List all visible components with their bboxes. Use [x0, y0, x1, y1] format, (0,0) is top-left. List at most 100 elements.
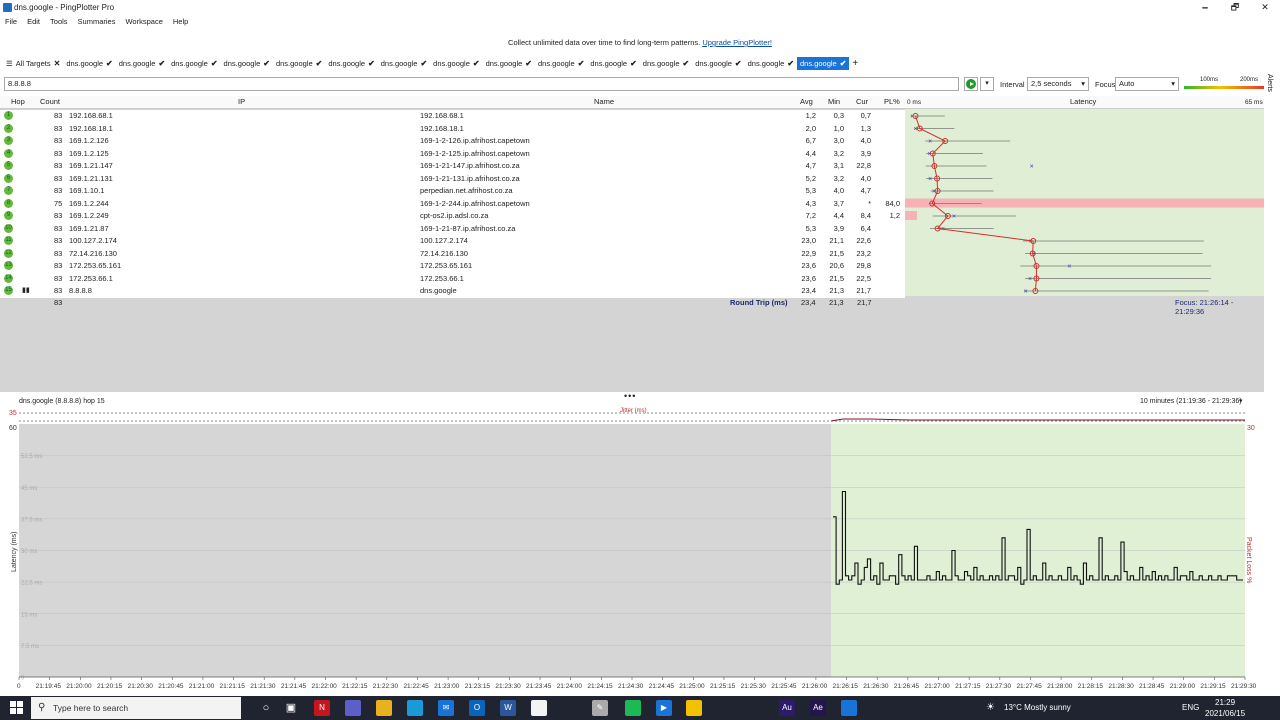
hop-name[interactable]: 172.253.65.161: [420, 261, 472, 270]
menu-tools[interactable]: Tools: [45, 17, 73, 26]
hop-name[interactable]: 169-1-2-244.ip.afrihost.capetown: [420, 199, 530, 208]
spotify-icon[interactable]: [625, 700, 641, 716]
add-tab-button[interactable]: +: [849, 57, 861, 70]
clock-time[interactable]: 21:29: [1215, 698, 1235, 707]
hop-ip[interactable]: 169.1.21.131: [69, 174, 113, 183]
menu-workspace[interactable]: Workspace: [120, 17, 167, 26]
tab-target[interactable]: dns.google ✔: [116, 57, 168, 70]
hop-row[interactable]: 10 83 169.1.21.87 169-1-21-87.ip.afrihost.c…: [0, 222, 905, 235]
tab-target[interactable]: dns.google ✔: [168, 57, 220, 70]
pingplotter-icon[interactable]: [841, 700, 857, 716]
hop-row[interactable]: 8 75 169.1.2.244 169-1-2-244.ip.afrihost.ca…: [0, 197, 905, 210]
tab-target[interactable]: dns.google ✔: [378, 57, 430, 70]
netflix-icon[interactable]: N: [314, 700, 330, 716]
hop-row[interactable]: 9 83 169.1.2.249 cpt-os2.ip.adsl.co.za 7,2 4,…: [0, 210, 905, 223]
hop-ip[interactable]: 169.1.2.249: [69, 211, 109, 220]
alerts-panel-tab[interactable]: Alerts: [1266, 74, 1273, 92]
close-button[interactable]: ✕: [1250, 0, 1280, 15]
menu-summaries[interactable]: Summaries: [73, 17, 121, 26]
hop-row[interactable]: 3 83 169.1.2.126 169-1-2-126.ip.afrihost.ca…: [0, 135, 905, 148]
tab-target[interactable]: dns.google ✔: [63, 57, 115, 70]
hop-row[interactable]: 6 83 169.1.21.131 169-1-21-131.ip.afrihost.…: [0, 172, 905, 185]
hop-ip[interactable]: 172.253.65.161: [69, 261, 121, 270]
hop-name[interactable]: perpedian.net.afrihost.co.za: [420, 186, 513, 195]
explorer-icon[interactable]: [686, 700, 702, 716]
hop-name[interactable]: 169-1-2-126.ip.afrihost.capetown: [420, 136, 530, 145]
col-hop[interactable]: Hop: [11, 97, 25, 106]
hop-ip[interactable]: 169.1.10.1: [69, 186, 104, 195]
teams-icon[interactable]: [345, 700, 361, 716]
menu-help[interactable]: Help: [168, 17, 193, 26]
tab-target[interactable]: dns.google ✔: [640, 57, 692, 70]
taskbar-search[interactable]: ⚲ Type here to search: [31, 697, 241, 719]
col-cur[interactable]: Cur: [856, 97, 868, 106]
hop-ip[interactable]: 169.1.2.125: [69, 149, 109, 158]
hop-row[interactable]: 14 83 172.253.66.1 172.253.66.1 23,6 21,5 22,5: [0, 272, 905, 285]
col-pl[interactable]: PL%: [884, 97, 900, 106]
hop-row[interactable]: 12 83 72.14.216.130 72.14.216.130 22,9 21,5 23…: [0, 247, 905, 260]
outlook-icon[interactable]: O: [469, 700, 485, 716]
hop-name[interactable]: 169-1-21-131.ip.afrihost.co.za: [420, 174, 520, 183]
tab-target[interactable]: dns.google ✔: [587, 57, 639, 70]
menu-file[interactable]: File: [0, 17, 22, 26]
hop-name[interactable]: 169-1-2-125.ip.afrihost.capetown: [420, 149, 530, 158]
hop-name[interactable]: 100.127.2.174: [420, 236, 468, 245]
hop-name[interactable]: 192.168.68.1: [420, 111, 464, 120]
graph-icon[interactable]: ▮▮: [22, 286, 30, 294]
chrome-icon[interactable]: [376, 700, 392, 716]
hop-row[interactable]: 2 83 192.168.18.1 192.168.18.1 2,0 1,0 1,3: [0, 122, 905, 135]
hop-row[interactable]: 5 83 169.1.21.147 169-1-21-147.ip.afrihost.…: [0, 160, 905, 173]
tab-target[interactable]: dns.google ✔: [535, 57, 587, 70]
col-min[interactable]: Min: [828, 97, 840, 106]
store-icon[interactable]: [531, 700, 547, 716]
language-indicator[interactable]: ENG: [1182, 703, 1199, 712]
tab-all-targets[interactable]: ☰ All Targets ✕: [3, 57, 63, 70]
hop-row[interactable]: 7 83 169.1.10.1 perpedian.net.afrihost.co.z…: [0, 185, 905, 198]
hop-ip[interactable]: 192.168.18.1: [69, 124, 113, 133]
tab-target[interactable]: dns.google ✔: [483, 57, 535, 70]
windows-start-icon[interactable]: [10, 701, 23, 714]
hop-name[interactable]: 169-1-21-87.ip.afrihost.co.za: [420, 224, 515, 233]
hop-row[interactable]: 11 83 100.127.2.174 100.127.2.174 23,0 21,1 22…: [0, 235, 905, 248]
interval-select[interactable]: 2,5 seconds: [1027, 77, 1089, 91]
trace-options-dropdown[interactable]: ▾: [980, 77, 994, 91]
hop-name[interactable]: dns.google: [420, 286, 457, 295]
menu-edit[interactable]: Edit: [22, 17, 45, 26]
start-trace-button[interactable]: [964, 77, 978, 91]
hop-ip[interactable]: 169.1.21.87: [69, 224, 109, 233]
tab-target[interactable]: dns.google ✔: [797, 57, 850, 70]
hop-ip[interactable]: 8.8.8.8: [69, 286, 92, 295]
hop-name[interactable]: 172.253.66.1: [420, 274, 464, 283]
hop-row[interactable]: 13 83 172.253.65.161 172.253.65.161 23,6 20,6…: [0, 260, 905, 273]
hop-row[interactable]: 15 83 8.8.8.8 dns.google 23,4 21,3 21,7 ▮▮: [0, 285, 905, 298]
hop-name[interactable]: 169-1-21-147.ip.afrihost.co.za: [420, 161, 520, 170]
hop-name[interactable]: 192.168.18.1: [420, 124, 464, 133]
hop-ip[interactable]: 169.1.21.147: [69, 161, 113, 170]
pen-icon[interactable]: ✎: [592, 700, 608, 716]
task-view-icon[interactable]: ○: [258, 700, 274, 716]
tab-target[interactable]: dns.google ✔: [692, 57, 744, 70]
maximize-button[interactable]: 🗗: [1220, 0, 1250, 15]
hop-ip[interactable]: 72.14.216.130: [69, 249, 117, 258]
hop-row[interactable]: 4 83 169.1.2.125 169-1-2-125.ip.afrihost.ca…: [0, 147, 905, 160]
hop-name[interactable]: cpt-os2.ip.adsl.co.za: [420, 211, 488, 220]
tab-target[interactable]: dns.google ✔: [430, 57, 482, 70]
minimize-button[interactable]: 🗕: [1190, 0, 1220, 15]
col-ip[interactable]: IP: [238, 97, 245, 106]
close-icon[interactable]: ✕: [54, 57, 61, 70]
tab-target[interactable]: dns.google ✔: [221, 57, 273, 70]
media-icon[interactable]: ▶: [656, 700, 672, 716]
widgets-icon[interactable]: ▣: [283, 700, 299, 716]
col-name[interactable]: Name: [594, 97, 614, 106]
hop-ip[interactable]: 169.1.2.244: [69, 199, 109, 208]
hop-ip[interactable]: 172.253.66.1: [69, 274, 113, 283]
hop-ip[interactable]: 100.127.2.174: [69, 236, 117, 245]
tab-target[interactable]: dns.google ✔: [273, 57, 325, 70]
upgrade-link[interactable]: Upgrade PingPlotter!: [702, 38, 772, 47]
hop-row[interactable]: 1 83 192.168.68.1 192.168.68.1 1,2 0,3 0,7: [0, 110, 905, 123]
tab-target[interactable]: dns.google ✔: [325, 57, 377, 70]
weather-text[interactable]: 13°C Mostly sunny: [1004, 703, 1071, 712]
hop-name[interactable]: 72.14.216.130: [420, 249, 468, 258]
col-avg[interactable]: Avg: [800, 97, 813, 106]
edge-icon[interactable]: [407, 700, 423, 716]
